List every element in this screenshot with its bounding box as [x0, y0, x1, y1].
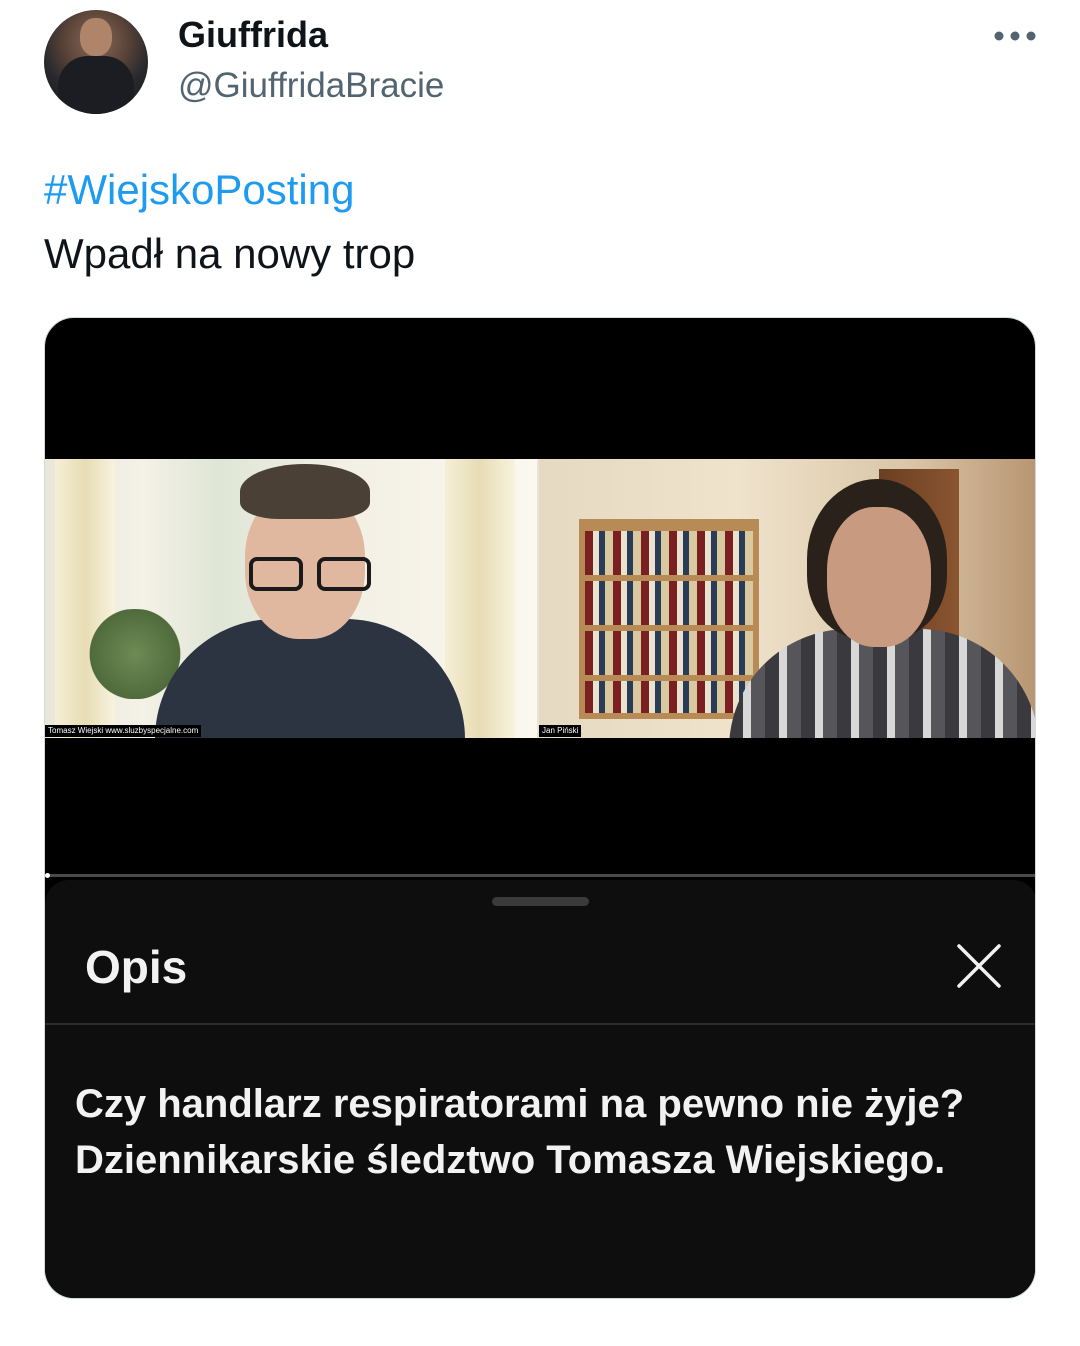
video-frame[interactable]: Tomasz Wiejski www.sluzbyspecjalne.com J… — [45, 459, 1035, 738]
right-speaker-caption: Jan Piński — [539, 725, 582, 737]
video-progress-handle[interactable] — [45, 873, 50, 878]
author-display-name[interactable]: Giuffrida — [178, 14, 328, 56]
author-handle[interactable]: @GiuffridaBracie — [178, 66, 444, 106]
close-sheet-button[interactable] — [951, 938, 1007, 994]
avatar-shirt — [58, 56, 134, 114]
video-description: Czy handlarz respiratorami na pewno nie … — [75, 1082, 965, 1182]
author-avatar[interactable] — [44, 10, 148, 114]
close-icon — [957, 944, 1001, 988]
left-speaker-caption: Tomasz Wiejski www.sluzbyspecjalne.com — [45, 725, 202, 737]
video-pane-right: Jan Piński — [539, 459, 1035, 738]
tweet-text: Wpadł na nowy trop — [44, 230, 416, 277]
person-left — [145, 459, 475, 738]
sheet-divider — [45, 1023, 1035, 1025]
video-progress-bar[interactable] — [45, 874, 1035, 877]
avatar-head — [80, 18, 112, 56]
glasses — [317, 557, 371, 591]
face — [827, 507, 931, 647]
video-pane-left: Tomasz Wiejski www.sluzbyspecjalne.com — [45, 459, 537, 738]
glasses — [249, 557, 303, 591]
hair — [240, 464, 370, 519]
more-options-button[interactable] — [990, 18, 1040, 54]
video-player[interactable]: Tomasz Wiejski www.sluzbyspecjalne.com J… — [44, 317, 1036, 1299]
more-horizontal-icon — [994, 31, 1036, 41]
person-right — [729, 479, 1035, 738]
hashtag-link[interactable]: #WiejskoPosting — [44, 166, 354, 214]
sheet-title: Opis — [85, 941, 188, 993]
sheet-drag-handle[interactable] — [492, 897, 589, 906]
description-sheet: Opis Czy handlarz respiratorami na pewno… — [45, 880, 1035, 1298]
